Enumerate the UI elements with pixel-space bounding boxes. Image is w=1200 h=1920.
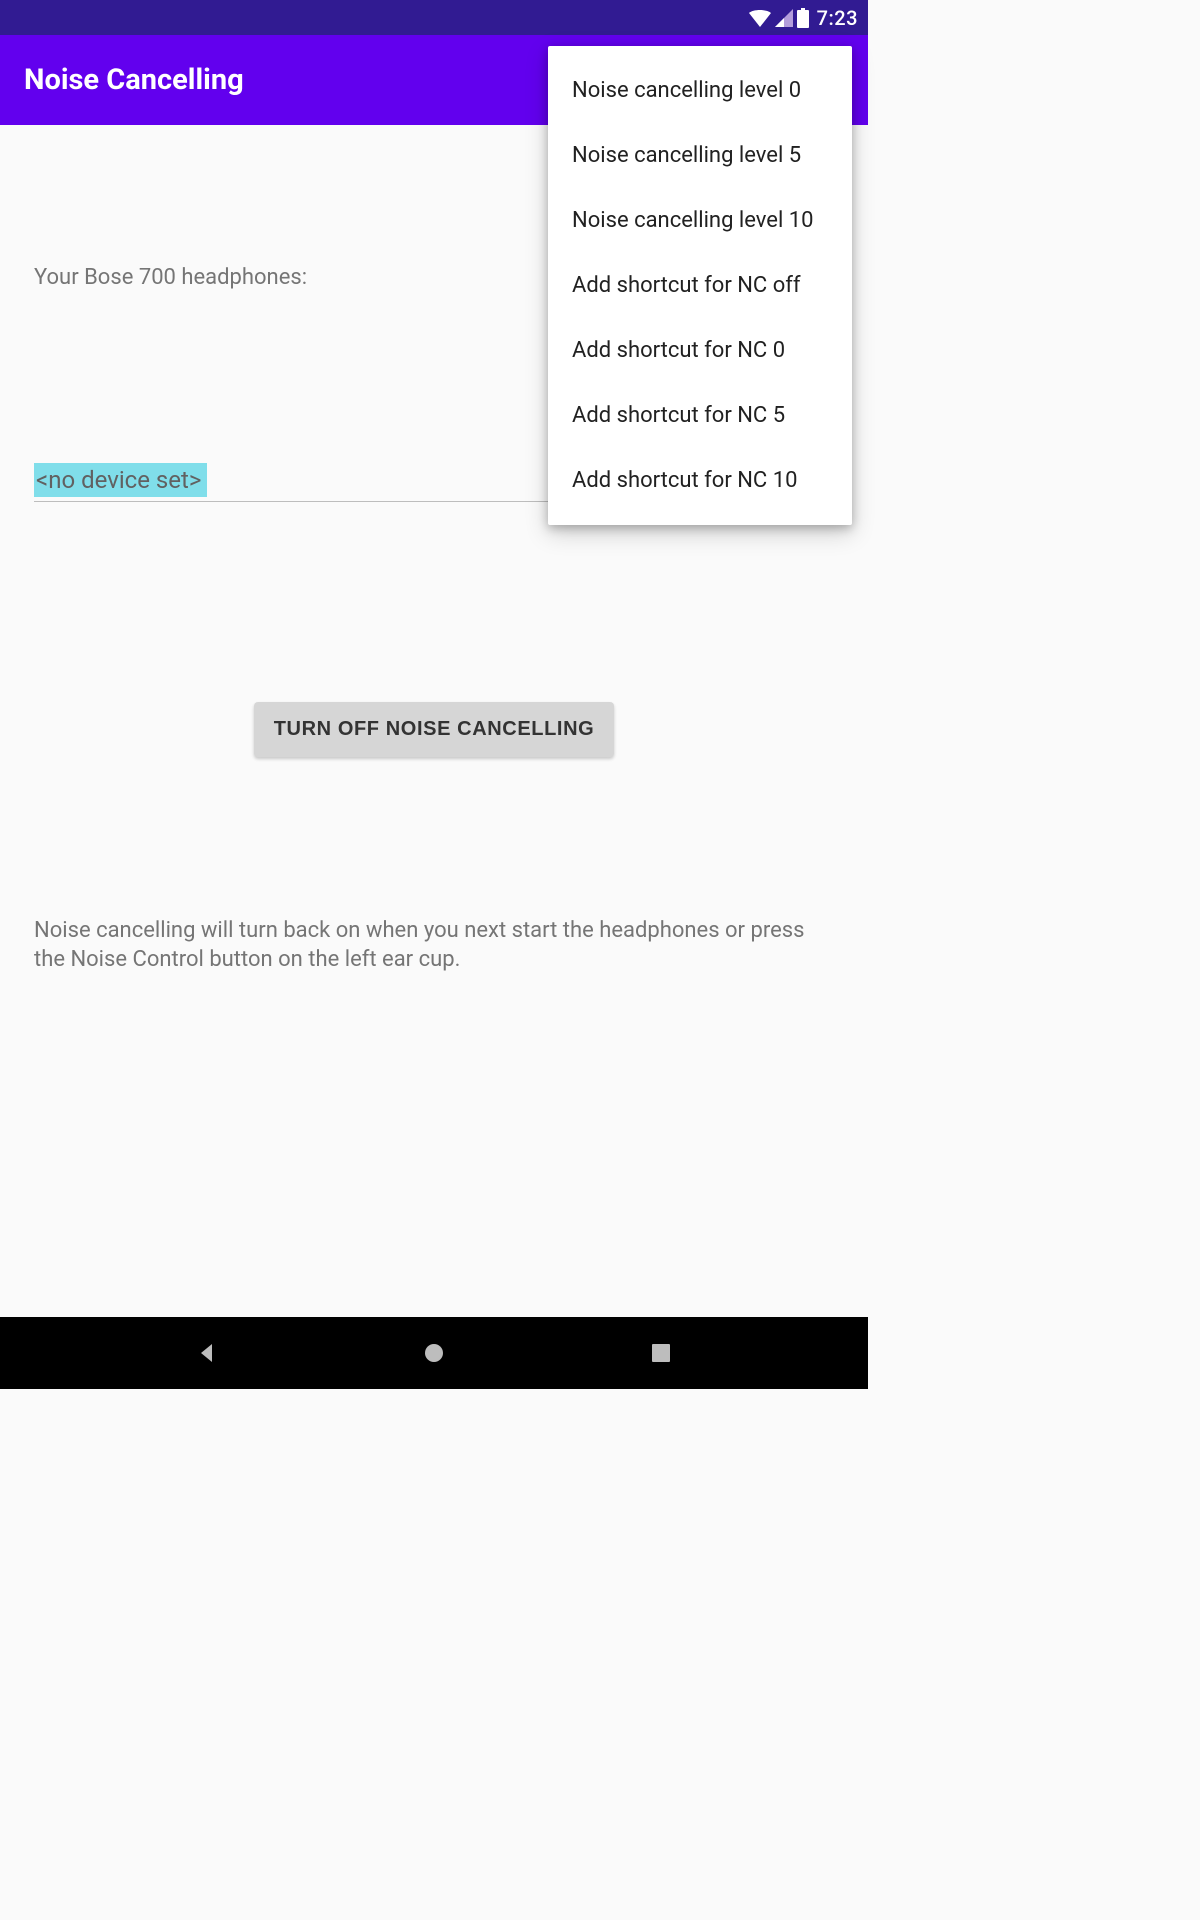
menu-item-nc-level-0[interactable]: Noise cancelling level 0	[548, 58, 852, 123]
turn-off-noise-cancelling-button[interactable]: TURN OFF NOISE CANCELLING	[254, 702, 615, 757]
menu-item-shortcut-nc-off[interactable]: Add shortcut for NC off	[548, 253, 852, 318]
device-value[interactable]: <no device set>	[34, 463, 207, 497]
status-clock: 7:23	[817, 6, 858, 30]
info-text: Noise cancelling will turn back on when …	[34, 917, 834, 974]
nav-home-button[interactable]	[414, 1333, 454, 1373]
battery-icon	[797, 8, 809, 28]
menu-item-shortcut-nc-10[interactable]: Add shortcut for NC 10	[548, 448, 852, 513]
status-bar: 7:23	[0, 0, 868, 35]
nav-back-button[interactable]	[187, 1333, 227, 1373]
menu-item-nc-level-5[interactable]: Noise cancelling level 5	[548, 123, 852, 188]
menu-item-shortcut-nc-0[interactable]: Add shortcut for NC 0	[548, 318, 852, 383]
navigation-bar	[0, 1317, 868, 1389]
cellular-signal-icon	[775, 9, 793, 27]
menu-item-nc-level-10[interactable]: Noise cancelling level 10	[548, 188, 852, 253]
wifi-icon	[749, 9, 771, 27]
overflow-menu: Noise cancelling level 0 Noise cancellin…	[548, 46, 852, 525]
menu-item-shortcut-nc-5[interactable]: Add shortcut for NC 5	[548, 383, 852, 448]
app-title: Noise Cancelling	[24, 63, 244, 97]
nav-recent-button[interactable]	[641, 1333, 681, 1373]
